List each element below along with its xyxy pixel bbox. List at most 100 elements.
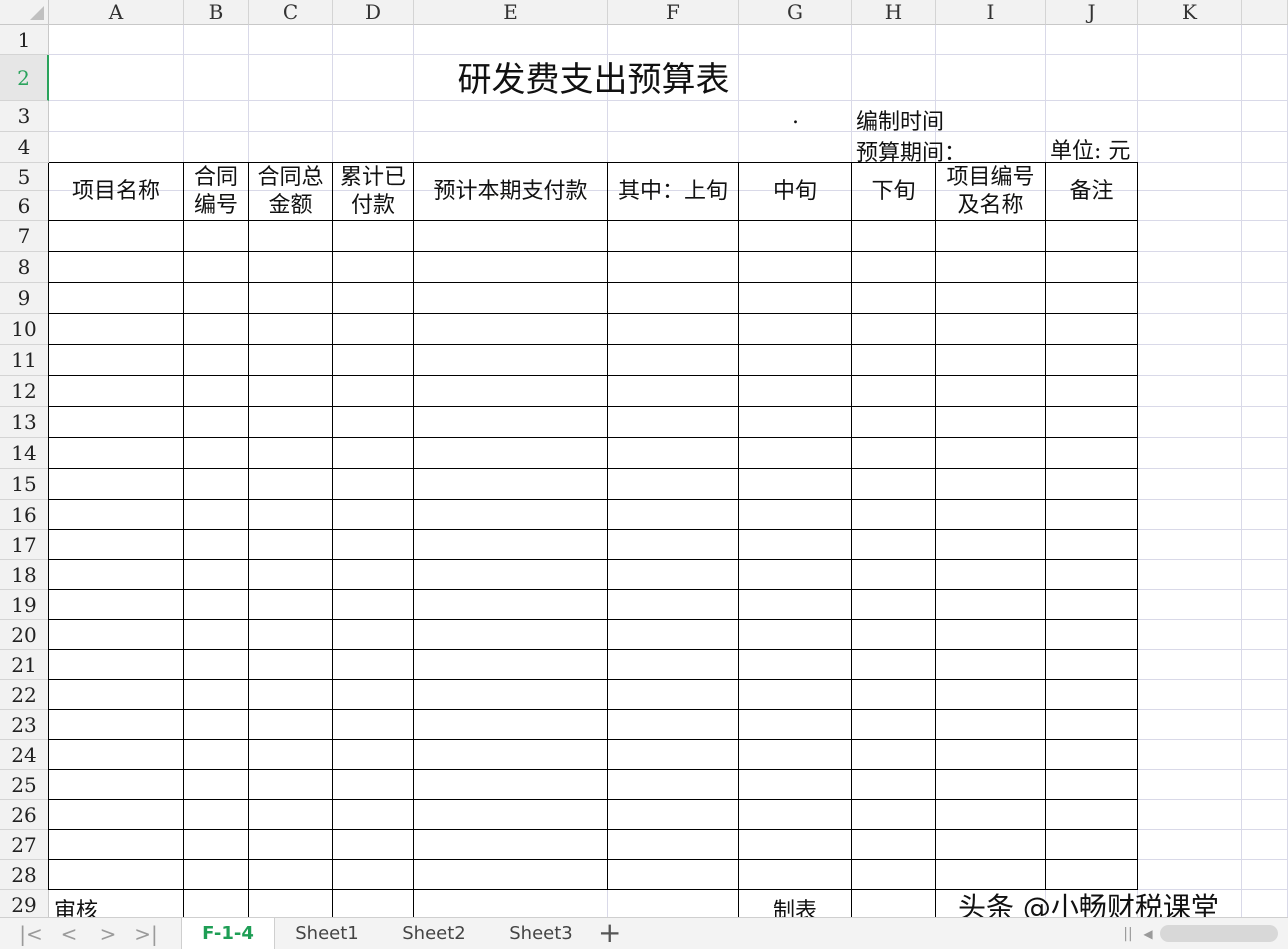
table-border-v-tail xyxy=(332,890,333,917)
row-header-10[interactable]: 10 xyxy=(0,314,49,345)
row-header-16[interactable]: 16 xyxy=(0,500,49,530)
row-header-11[interactable]: 11 xyxy=(0,345,49,376)
header-contract-no[interactable]: 合同 编号 xyxy=(184,163,248,220)
first-sheet-icon[interactable]: |< xyxy=(17,922,45,946)
row-header-14[interactable]: 14 xyxy=(0,438,49,469)
header-cumulative-paid[interactable]: 累计已 付款 xyxy=(333,163,413,220)
last-sheet-icon[interactable]: >| xyxy=(132,922,160,946)
table-border-v-tail xyxy=(413,890,414,917)
scroll-left-icon[interactable]: ◀ xyxy=(1134,922,1162,946)
row-header-19[interactable]: 19 xyxy=(0,590,49,620)
table-border-h xyxy=(49,619,1138,620)
table-border-h xyxy=(49,406,1138,407)
row-header-26[interactable]: 26 xyxy=(0,800,49,830)
table-border-v xyxy=(183,163,184,890)
review-label[interactable]: 审核 xyxy=(54,893,98,917)
table-border-h xyxy=(49,709,1138,710)
add-sheet-icon[interactable]: + xyxy=(598,918,621,949)
table-border-h xyxy=(49,649,1138,650)
table-border-h xyxy=(49,769,1138,770)
column-header-h[interactable]: H xyxy=(852,0,936,25)
table-border-v xyxy=(1045,163,1046,890)
column-header-c[interactable]: C xyxy=(249,0,333,25)
spreadsheet-grid[interactable]: ABCDEFGHIJK 1 2 3 4 5 6 7 8 9 10 11 12 13 14 15 16 17 18 1… xyxy=(0,0,1288,917)
row-header-3[interactable]: 3 xyxy=(0,101,49,132)
select-all-corner[interactable] xyxy=(0,0,49,25)
row-header-17[interactable]: 17 xyxy=(0,530,49,560)
prepared-by-label[interactable]: 制表 xyxy=(773,893,817,917)
table-border-h xyxy=(49,739,1138,740)
table-border-v xyxy=(1137,163,1138,890)
compile-time-label[interactable]: 编制时间 xyxy=(856,104,944,136)
prev-sheet-icon[interactable]: < xyxy=(55,922,83,946)
table-border-h xyxy=(49,799,1138,800)
tab-sheet1[interactable]: Sheet1 xyxy=(280,918,374,949)
header-remarks[interactable]: 备注 xyxy=(1046,163,1137,220)
column-header-e[interactable]: E xyxy=(414,0,608,25)
table-border-h xyxy=(49,529,1138,530)
row-header-7[interactable]: 7 xyxy=(0,221,49,252)
row-header-5[interactable]: 5 xyxy=(0,163,49,191)
table-border-v xyxy=(413,163,414,890)
gridline-v xyxy=(1241,25,1242,917)
table-border-v-tail xyxy=(183,890,184,917)
row-header-13[interactable]: 13 xyxy=(0,407,49,438)
table-border-h xyxy=(49,251,1138,252)
row-header-23[interactable]: 23 xyxy=(0,710,49,740)
row-header-8[interactable]: 8 xyxy=(0,252,49,283)
row-header-29[interactable]: 29 xyxy=(0,890,49,917)
table-border-h xyxy=(49,499,1138,500)
row-header-18[interactable]: 18 xyxy=(0,560,49,590)
header-last-ten-days[interactable]: 下旬 xyxy=(852,163,935,220)
header-project-name[interactable]: 项目名称 xyxy=(49,163,183,220)
table-border-h xyxy=(49,468,1138,469)
table-border-v xyxy=(738,163,739,890)
column-header-j[interactable]: J xyxy=(1046,0,1138,25)
column-header-f[interactable]: F xyxy=(608,0,739,25)
table-border-v xyxy=(248,163,249,890)
row-header-12[interactable]: 12 xyxy=(0,376,49,407)
column-header-d[interactable]: D xyxy=(333,0,414,25)
row-header-2[interactable]: 2 xyxy=(0,55,49,101)
tab-sheet3[interactable]: Sheet3 xyxy=(494,918,588,949)
table-border-h xyxy=(49,344,1138,345)
header-contract-total[interactable]: 合同总 金额 xyxy=(249,163,332,220)
row-header-24[interactable]: 24 xyxy=(0,740,49,770)
table-border-v xyxy=(607,163,608,890)
next-sheet-icon[interactable]: > xyxy=(94,922,122,946)
row-header-6[interactable]: 6 xyxy=(0,191,49,221)
table-border-h xyxy=(49,282,1138,283)
column-header-i[interactable]: I xyxy=(936,0,1046,25)
horizontal-scrollbar[interactable] xyxy=(1160,925,1278,942)
table-border-v xyxy=(48,163,49,890)
column-header-g[interactable]: G xyxy=(739,0,852,25)
row-header-25[interactable]: 25 xyxy=(0,770,49,800)
header-expected-payment[interactable]: 预计本期支付款 xyxy=(414,163,607,220)
table-border-h xyxy=(49,313,1138,314)
row-header-22[interactable]: 22 xyxy=(0,680,49,710)
row-header-1[interactable]: 1 xyxy=(0,25,49,55)
header-mid-ten-days[interactable]: 中旬 xyxy=(739,163,851,220)
column-header-a[interactable]: A xyxy=(49,0,184,25)
row-header-27[interactable]: 27 xyxy=(0,830,49,860)
column-header-k[interactable]: K xyxy=(1138,0,1242,25)
row-header-4[interactable]: 4 xyxy=(0,132,49,163)
table-border-v-tail xyxy=(851,890,852,917)
dot-mark[interactable]: . xyxy=(792,104,799,129)
column-header-filler xyxy=(1242,0,1288,25)
tab-f-1-4[interactable]: F-1-4 xyxy=(181,918,275,949)
tab-sheet2[interactable]: Sheet2 xyxy=(387,918,481,949)
table-border-v xyxy=(332,163,333,890)
header-project-no-name[interactable]: 项目编号 及名称 xyxy=(936,163,1045,220)
row-header-9[interactable]: 9 xyxy=(0,283,49,314)
sheet-title[interactable]: 研发费支出预算表 xyxy=(49,55,1138,101)
table-border-v-tail xyxy=(248,890,249,917)
row-header-21[interactable]: 21 xyxy=(0,650,49,680)
table-border-v-tail xyxy=(935,890,936,917)
header-first-ten-days[interactable]: 其中：上旬 xyxy=(608,163,738,220)
row-header-20[interactable]: 20 xyxy=(0,620,49,650)
unit-label[interactable]: 单位: 元 xyxy=(1050,133,1130,165)
row-header-15[interactable]: 15 xyxy=(0,469,49,500)
column-header-b[interactable]: B xyxy=(184,0,249,25)
row-header-28[interactable]: 28 xyxy=(0,860,49,890)
